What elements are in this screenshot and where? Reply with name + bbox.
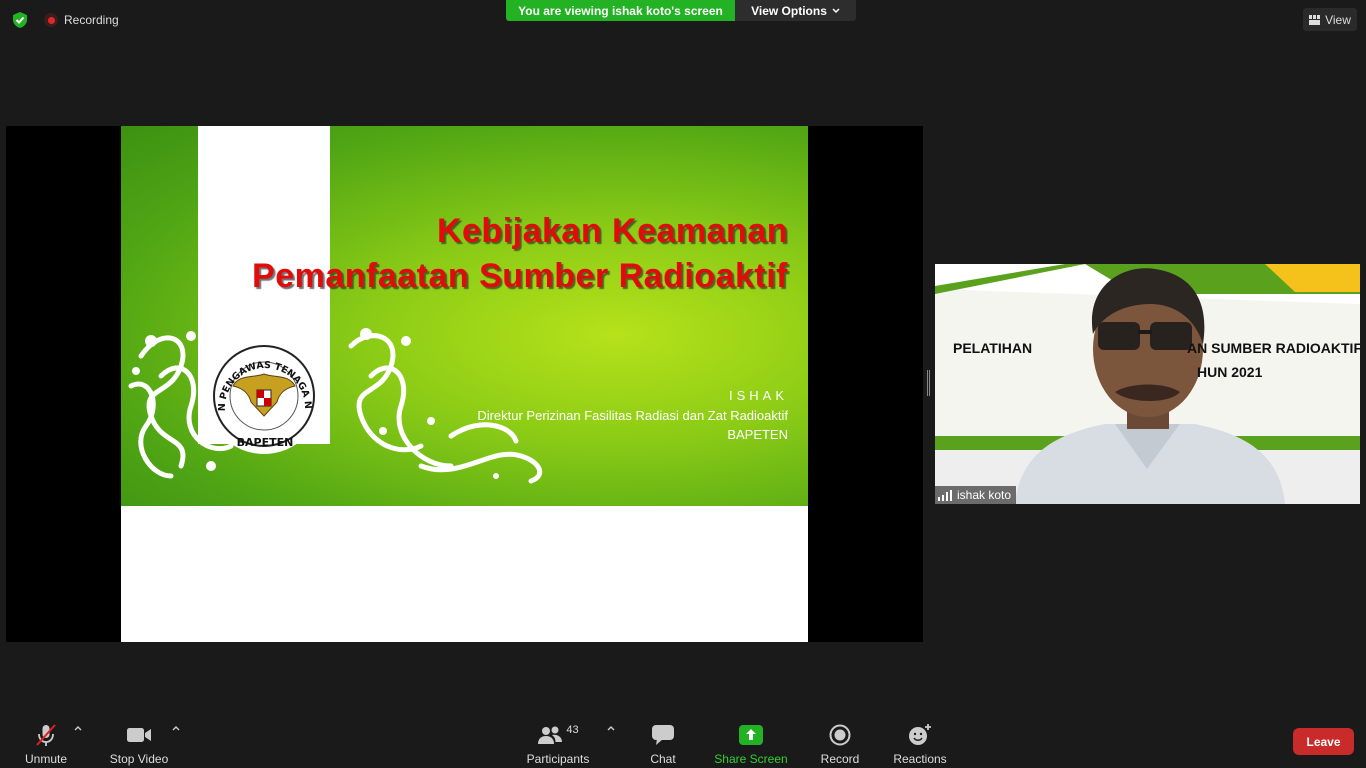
unmute-label: Unmute [24,752,68,766]
smiley-plus-icon [907,724,933,746]
unmute-button[interactable]: Unmute [16,720,76,766]
presentation-slide: BADAN PENGAWAS TENAGA NUKLIR BAPETEN Keb… [121,126,808,642]
participant-name: ishak koto [957,488,1012,502]
view-options-label: View Options [751,3,827,18]
leave-button[interactable]: Leave [1293,728,1354,755]
reactions-label: Reactions [893,752,947,766]
video-bg-text-1: PELATIHAN [953,340,1033,356]
viewing-screen-banner: You are viewing ishak koto's screen [506,0,735,21]
people-icon [538,726,563,744]
chat-button[interactable]: Chat [638,720,688,766]
view-button[interactable]: View [1303,8,1357,31]
record-label: Record [820,752,860,766]
presenter-role: Direktur Perizinan Fasilitas Radiasi dan… [477,408,788,423]
recording-label: Recording [64,13,119,27]
video-camera-icon [126,724,152,746]
participants-count: 43 [566,724,579,736]
logo-name-text: BAPETEN [237,436,294,449]
participants-icon-group: 43 [533,724,583,746]
participants-options-caret-icon[interactable] [606,724,616,734]
view-label: View [1325,12,1351,27]
logo-ring-text: BADAN PENGAWAS TENAGA NUKLIR [213,350,313,411]
chat-label: Chat [650,752,676,766]
record-button[interactable]: Record [815,720,865,766]
participants-button[interactable]: 43 Participants [523,720,593,766]
svg-text:BADAN PENGAWAS TENAGA NUKLIR: BADAN PENGAWAS TENAGA NUKLIR [213,350,313,411]
encryption-shield-icon[interactable] [11,11,29,29]
share-screen-label: Share Screen [714,752,788,766]
video-bg-text-3: HUN 2021 [1197,364,1263,380]
chevron-down-icon [832,7,840,13]
signal-strength-icon [938,489,952,501]
recording-dot-icon [44,13,58,27]
share-screen-button[interactable]: Share Screen [711,720,791,766]
participant-name-label: ishak koto [935,486,1017,504]
grid-view-icon [1309,14,1321,25]
recording-indicator[interactable]: Recording [44,11,119,29]
participants-label: Participants [526,752,590,766]
presenter-org: BAPETEN [727,427,788,442]
slide-title-line1: Kebijakan Keamanan [436,212,788,250]
slide-title-line2: Pemanfaatan Sumber Radioaktif [252,257,788,295]
video-feed-image [935,264,1360,504]
stop-video-label: Stop Video [109,752,169,766]
video-bg-text-2: AN SUMBER RADIOAKTIF [1187,340,1360,356]
view-options-button[interactable]: View Options [735,0,856,21]
chat-bubble-icon [650,724,676,746]
panel-resize-handle[interactable] [927,370,930,396]
record-icon [827,724,853,746]
stop-video-button[interactable]: Stop Video [104,720,174,766]
reactions-button[interactable]: Reactions [890,720,950,766]
share-screen-icon [738,724,764,746]
presenter-name: ISHAK [728,388,788,403]
participant-video-tile[interactable]: PELATIHAN AN SUMBER RADIOAKTIF HUN 2021 … [935,264,1360,504]
video-options-caret-icon[interactable] [171,724,181,734]
audio-options-caret-icon[interactable] [73,724,83,734]
bapeten-logo-text-ring: BADAN PENGAWAS TENAGA NUKLIR BAPETEN [213,350,313,449]
microphone-muted-icon [33,724,59,746]
